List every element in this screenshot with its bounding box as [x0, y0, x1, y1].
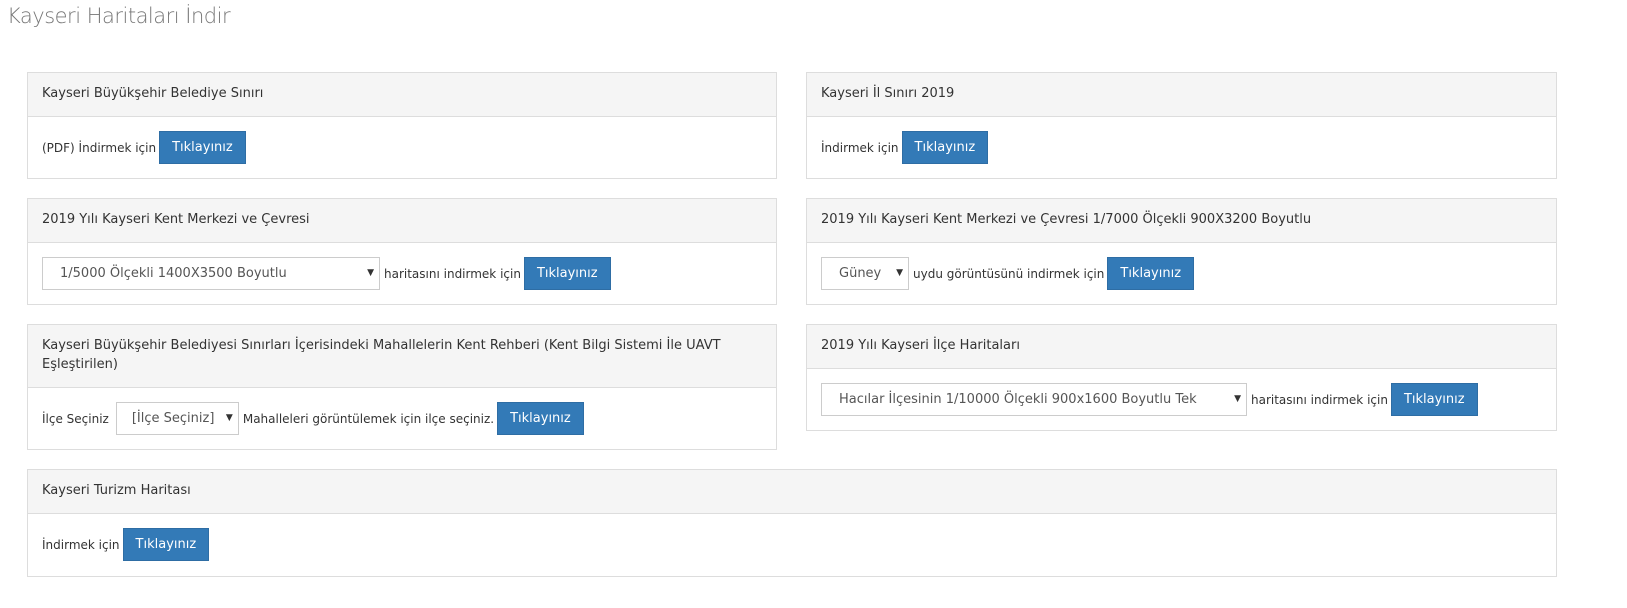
scale-select[interactable]: 1/5000 Ölçekli 1400X3500 Boyutlu ▼: [42, 257, 380, 290]
panel-heading: Kayseri İl Sınırı 2019: [807, 73, 1556, 117]
download-label: İndirmek için: [821, 140, 899, 155]
chevron-down-icon: ▼: [896, 268, 903, 278]
download-button[interactable]: Tıklayınız: [159, 131, 246, 164]
download-button[interactable]: Tıklayınız: [1390, 383, 1478, 416]
page-title: Kayseri Haritaları İndir: [7, 4, 231, 28]
panel-title: Kayseri Büyükşehir Belediye Sınırı: [42, 86, 264, 101]
panel-kent-merkezi: 2019 Yılı Kayseri Kent Merkezi ve Çevres…: [27, 198, 777, 305]
panel-title: 2019 Yılı Kayseri Kent Merkezi ve Çevres…: [821, 212, 1312, 227]
download-label: (PDF) İndirmek için: [42, 140, 157, 155]
panel-title: Kayseri Turizm Haritası: [42, 483, 191, 498]
panel-title-line-2: Eşleştirilen): [42, 357, 118, 372]
panel-heading: Kayseri Büyükşehir Belediyesi Sınırları …: [28, 325, 776, 388]
panel-kent-rehberi: Kayseri Büyükşehir Belediyesi Sınırları …: [27, 324, 777, 450]
panel-heading: 2019 Yılı Kayseri Kent Merkezi ve Çevres…: [28, 199, 776, 243]
download-label: haritasını indirmek için: [1251, 392, 1388, 407]
district-hint-label: Mahalleleri görüntülemek için ilçe seçin…: [242, 411, 495, 426]
panel-kent-merkezi-uydu: 2019 Yılı Kayseri Kent Merkezi ve Çevres…: [806, 198, 1557, 305]
select-value: 1/5000 Ölçekli 1400X3500 Boyutlu: [60, 266, 287, 281]
download-label: İndirmek için: [42, 537, 120, 552]
panel-turizm: Kayseri Turizm Haritası İndirmek için Tı…: [27, 469, 1557, 577]
district-select[interactable]: [İlçe Seçiniz] ▼: [115, 402, 239, 435]
panel-il-siniri: Kayseri İl Sınırı 2019 İndirmek için Tık…: [806, 72, 1557, 179]
chevron-down-icon: ▼: [1234, 394, 1241, 404]
download-label: haritasını indirmek için: [384, 266, 521, 281]
panel-title: 2019 Yılı Kayseri İlçe Haritaları: [821, 338, 1020, 353]
chevron-down-icon: ▼: [225, 413, 233, 423]
panel-ilce-haritalari: 2019 Yılı Kayseri İlçe Haritaları Hacıla…: [806, 324, 1557, 431]
download-label: uydu görüntüsünü indirmek için: [913, 266, 1105, 281]
chevron-down-icon: ▼: [367, 268, 374, 278]
panel-heading: Kayseri Turizm Haritası: [28, 470, 1556, 514]
panel-belediye-siniri: Kayseri Büyükşehir Belediye Sınırı (PDF)…: [27, 72, 777, 179]
panel-title: Kayseri İl Sınırı 2019: [821, 86, 955, 101]
download-button[interactable]: Tıklayınız: [122, 528, 210, 561]
select-value: Güney: [839, 266, 882, 281]
select-value: [İlçe Seçiniz]: [131, 411, 215, 426]
download-button[interactable]: Tıklayınız: [1107, 257, 1195, 290]
panel-title-line-1: Kayseri Büyükşehir Belediyesi Sınırları …: [42, 338, 721, 353]
view-button[interactable]: Tıklayınız: [497, 402, 584, 435]
direction-select[interactable]: Güney ▼: [821, 257, 909, 290]
panel-heading: Kayseri Büyükşehir Belediye Sınırı: [28, 73, 776, 117]
district-prefix-label: İlçe Seçiniz: [42, 411, 109, 426]
panel-heading: 2019 Yılı Kayseri Kent Merkezi ve Çevres…: [807, 199, 1556, 243]
panel-heading: 2019 Yılı Kayseri İlçe Haritaları: [807, 325, 1556, 369]
download-button[interactable]: Tıklayınız: [523, 257, 611, 290]
select-value: Hacılar İlçesinin 1/10000 Ölçekli 900x16…: [839, 392, 1197, 407]
panel-title: 2019 Yılı Kayseri Kent Merkezi ve Çevres…: [42, 212, 310, 227]
district-map-select[interactable]: Hacılar İlçesinin 1/10000 Ölçekli 900x16…: [821, 383, 1247, 416]
download-button[interactable]: Tıklayınız: [901, 131, 989, 164]
